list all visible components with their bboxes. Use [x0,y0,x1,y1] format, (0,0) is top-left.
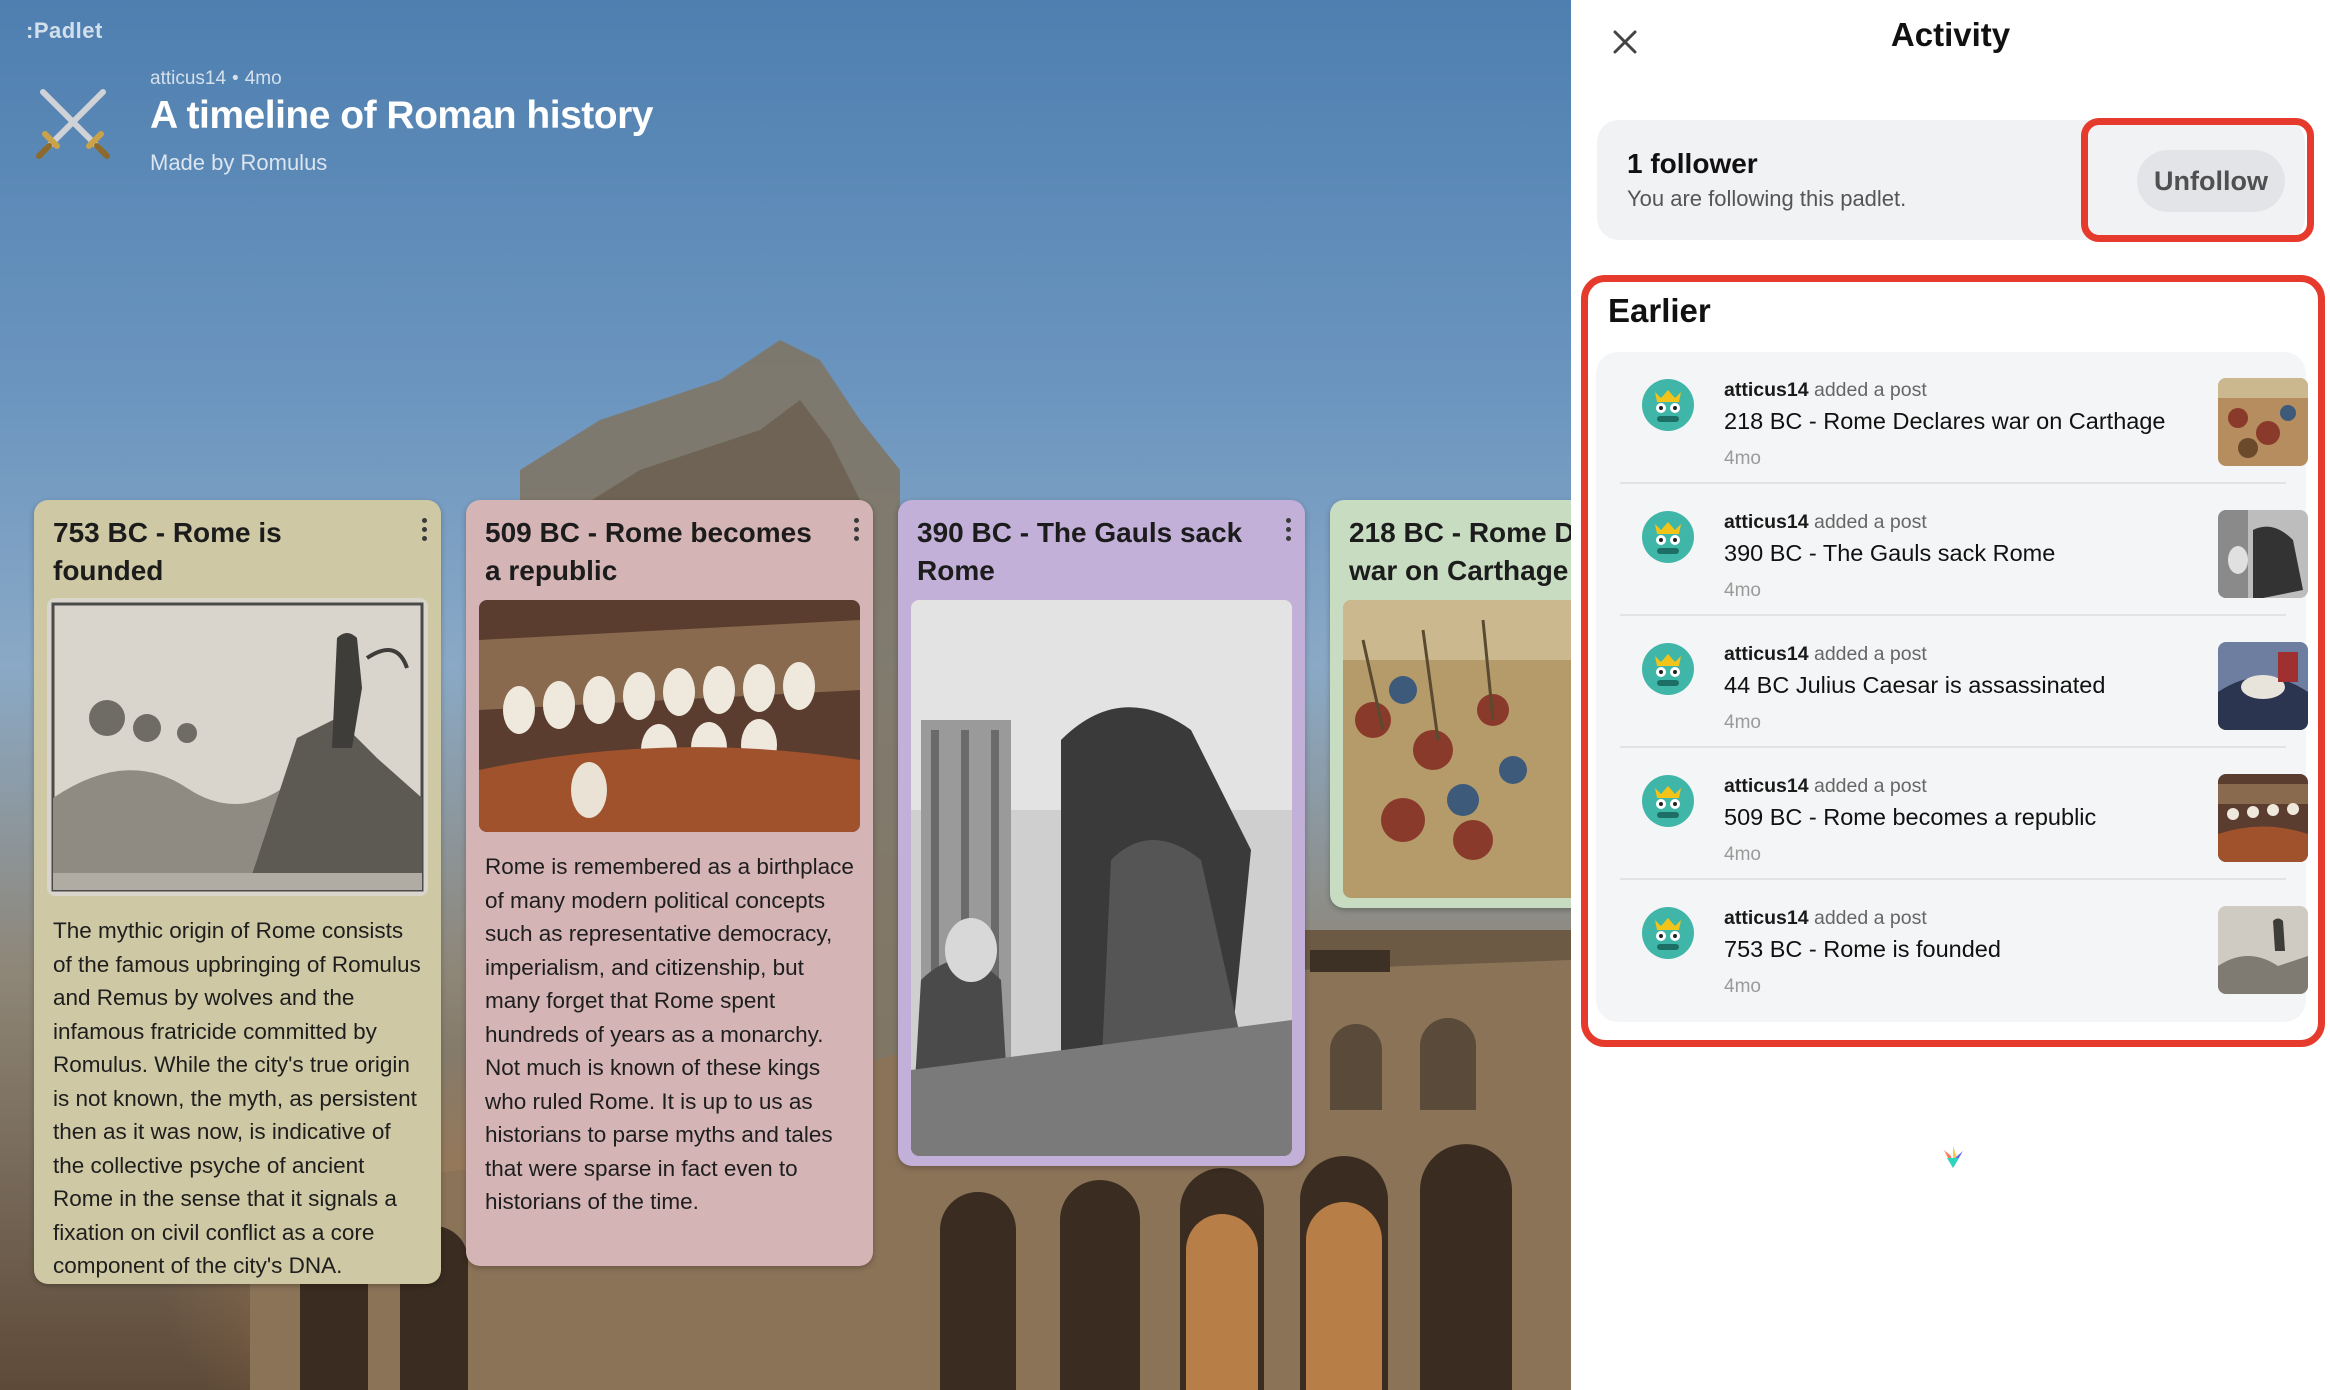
activity-post-title: 390 BC - The Gauls sack Rome [1724,540,2056,566]
post-thumbnail[interactable] [2218,642,2308,730]
board-subtitle: Made by Romulus [150,150,328,175]
post-image-gauls[interactable] [911,600,1292,1156]
activity-item[interactable]: atticus14 added a post 390 BC - The Gaul… [1596,484,2308,616]
unfollow-button[interactable]: Unfollow [2137,150,2285,212]
avatar[interactable] [1641,642,1695,696]
post-card[interactable]: 390 BC - The Gauls sack Rome [898,500,1305,1166]
panel-title: Activity [1890,16,2011,53]
avatar[interactable] [1641,906,1695,960]
crossed-swords-icon [36,89,110,159]
follower-count: 1 follower [1627,148,1758,179]
activity-time: 4mo [1724,712,1761,733]
activity-post-title: 44 BC Julius Caesar is assassinated [1724,672,2106,698]
post-body: Rome is remembered as a birthplace of ma… [485,854,854,1214]
post-card[interactable]: 509 BC - Rome becomes a republic Rome is… [466,500,873,1266]
section-title-earlier: Earlier [1608,292,1711,329]
padlet-board: :Padlet atticus14 • 4mo A timeline of Roma… [0,0,1571,1390]
activity-post-title: 218 BC - Rome Declares war on Carthage [1724,408,2166,434]
post-title: 390 BC - The Gauls sack Rome [917,517,1243,586]
activity-time: 4mo [1724,976,1761,997]
post-menu-icon[interactable] [851,518,861,544]
avatar[interactable] [1641,774,1695,828]
activity-user[interactable]: atticus14 [1724,775,1809,797]
activity-item[interactable]: atticus14 added a post 753 BC - Rome is … [1596,880,2308,1012]
post-title: 218 BC - Rome Declares war on Carthage [1349,517,1571,586]
activity-action: added a post [1813,643,1927,665]
post-card[interactable]: 753 BC - Rome is founded The mythic orig… [34,500,441,1284]
activity-line: atticus14 added a post [1724,907,1927,930]
activity-post-title: 509 BC - Rome becomes a republic [1724,804,2097,830]
follow-status-box: 1 follower You are following this padlet… [1597,120,2305,240]
avatar[interactable] [1641,378,1695,432]
activity-line: atticus14 added a post [1724,775,1927,798]
activity-line: atticus14 added a post [1724,511,1927,534]
activity-action: added a post [1813,379,1927,401]
activity-time: 4mo [1724,448,1761,469]
avatar[interactable] [1641,510,1695,564]
post-thumbnail[interactable] [2218,510,2308,598]
post-menu-icon[interactable] [419,518,429,544]
activity-line: atticus14 added a post [1724,379,1927,402]
activity-user[interactable]: atticus14 [1724,643,1809,665]
post-menu-icon[interactable] [1283,518,1293,544]
padlet-logo[interactable]: :Padlet [26,18,103,44]
board-age: 4mo [244,68,282,89]
activity-panel: Activity 1 follower You are following th… [1571,0,2330,1390]
padlet-logo-icon [1944,1146,1963,1168]
activity-time: 4mo [1724,580,1761,601]
activity-action: added a post [1813,775,1927,797]
post-thumbnail[interactable] [2218,378,2308,466]
activity-item[interactable]: atticus14 added a post 218 BC - Rome Dec… [1596,352,2308,484]
board-title: A timeline of Roman history [150,94,653,137]
activity-action: added a post [1813,511,1927,533]
board-author[interactable]: atticus14 [150,68,226,89]
activity-user[interactable]: atticus14 [1724,511,1809,533]
activity-user[interactable]: atticus14 [1724,907,1809,929]
post-thumbnail[interactable] [2218,906,2308,994]
activity-action: added a post [1813,907,1927,929]
activity-post-title: 753 BC - Rome is founded [1724,936,2001,962]
post-title: 753 BC - Rome is founded [53,517,282,586]
board-meta: atticus14 • 4mo [150,68,282,89]
activity-item[interactable]: atticus14 added a post 509 BC - Rome bec… [1596,748,2308,880]
post-thumbnail[interactable] [2218,774,2308,862]
post-image-senate[interactable] [479,600,860,832]
follow-status-text: You are following this padlet. [1627,186,1907,211]
activity-line: atticus14 added a post [1724,643,1927,666]
activity-user[interactable]: atticus14 [1724,379,1809,401]
activity-item[interactable]: atticus14 added a post 44 BC Julius Caes… [1596,616,2308,748]
post-title: 509 BC - Rome becomes a republic [485,517,812,586]
post-image-carthage[interactable] [1343,600,1571,898]
post-card[interactable]: 218 BC - Rome Declares war on Carthage [1330,500,1571,908]
post-body: The mythic origin of Rome consists of th… [53,918,421,1278]
post-image-romulus[interactable] [47,598,428,896]
activity-list: atticus14 added a post 218 BC - Rome Dec… [1596,352,2308,1022]
activity-time: 4mo [1724,844,1761,865]
